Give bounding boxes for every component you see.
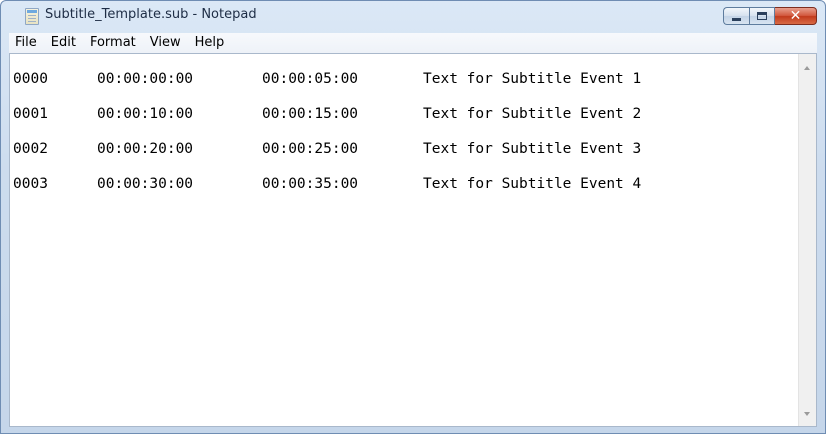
editor-text-area[interactable]: 0000 00:00:00:00 00:00:05:00 Text for Su… <box>10 54 798 426</box>
menu-view[interactable]: View <box>143 33 188 53</box>
minimize-button[interactable] <box>723 7 749 25</box>
subtitle-text: Text for Subtitle Event 4 <box>423 176 642 192</box>
subtitle-id: 0003 <box>13 176 48 192</box>
close-icon: ✕ <box>789 8 802 24</box>
vertical-scrollbar[interactable] <box>798 54 816 426</box>
minimize-icon <box>732 18 741 21</box>
notepad-icon[interactable] <box>25 8 39 25</box>
notepad-window: Subtitle_Template.sub - Notepad ✕ File E… <box>0 0 826 434</box>
subtitle-start-time: 00:00:10:00 <box>97 106 194 122</box>
subtitle-end-time: 00:00:25:00 <box>262 141 359 157</box>
subtitle-end-time: 00:00:05:00 <box>262 71 359 87</box>
maximize-icon <box>757 12 767 20</box>
menu-bar: File Edit Format View Help <box>9 33 817 54</box>
subtitle-id: 0002 <box>13 141 48 157</box>
subtitle-start-time: 00:00:20:00 <box>97 141 194 157</box>
subtitle-end-time: 00:00:15:00 <box>262 106 359 122</box>
subtitle-end-time: 00:00:35:00 <box>262 176 359 192</box>
menu-format[interactable]: Format <box>83 33 143 53</box>
caption-buttons: ✕ <box>723 7 817 27</box>
text-line: 0003 00:00:30:00 00:00:35:00 Text for Su… <box>10 176 641 196</box>
scroll-down-arrow-icon[interactable] <box>804 412 810 416</box>
subtitle-text: Text for Subtitle Event 2 <box>423 106 642 122</box>
menu-edit[interactable]: Edit <box>44 33 83 53</box>
subtitle-start-time: 00:00:00:00 <box>97 71 194 87</box>
title-bar[interactable]: Subtitle_Template.sub - Notepad ✕ <box>1 1 825 33</box>
subtitle-id: 0001 <box>13 106 48 122</box>
text-line: 0000 00:00:00:00 00:00:05:00 Text for Su… <box>10 71 641 91</box>
maximize-button[interactable] <box>749 7 775 25</box>
scroll-up-arrow-icon[interactable] <box>804 66 810 70</box>
text-line: 0001 00:00:10:00 00:00:15:00 Text for Su… <box>10 106 641 126</box>
close-button[interactable]: ✕ <box>775 7 817 25</box>
subtitle-text: Text for Subtitle Event 3 <box>423 141 642 157</box>
menu-file[interactable]: File <box>9 33 44 53</box>
text-editor[interactable]: 0000 00:00:00:00 00:00:05:00 Text for Su… <box>9 53 817 427</box>
subtitle-id: 0000 <box>13 71 48 87</box>
text-line: 0002 00:00:20:00 00:00:25:00 Text for Su… <box>10 141 641 161</box>
subtitle-text: Text for Subtitle Event 1 <box>423 71 642 87</box>
subtitle-start-time: 00:00:30:00 <box>97 176 194 192</box>
window-title: Subtitle_Template.sub - Notepad <box>45 7 257 22</box>
menu-help[interactable]: Help <box>188 33 232 53</box>
